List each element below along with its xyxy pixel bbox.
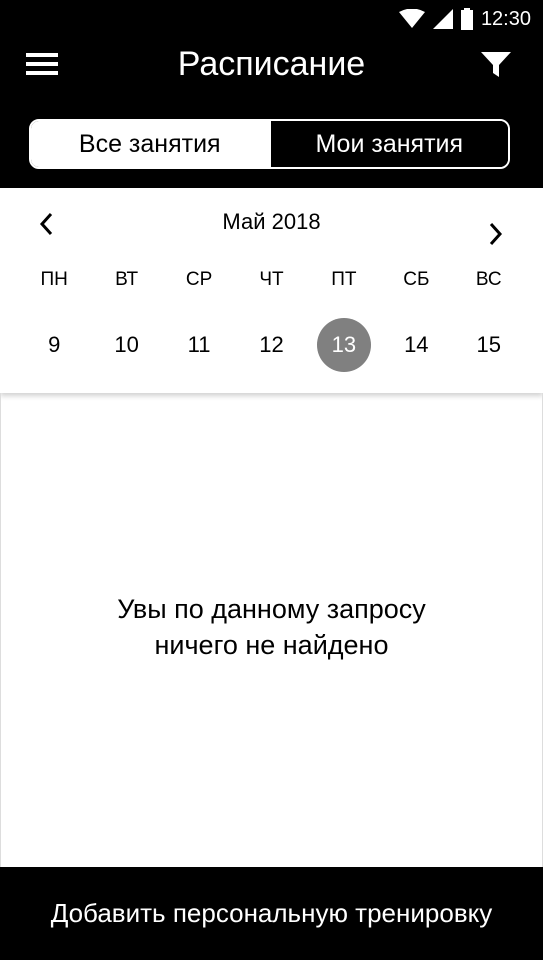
day-number: 14 bbox=[404, 332, 429, 357]
weekday-label: СБ bbox=[403, 269, 430, 290]
wifi-icon bbox=[398, 9, 425, 28]
day-cell[interactable]: 12 bbox=[235, 318, 307, 372]
empty-state-line: ничего не найдено bbox=[154, 630, 389, 660]
empty-state-line: Увы по данному запросу bbox=[117, 594, 426, 624]
day-row: 9 10 11 12 13 14 15 bbox=[18, 318, 525, 372]
day-number: 11 bbox=[187, 332, 211, 357]
status-time: 12:30 bbox=[480, 8, 531, 30]
weekday-label: ВС bbox=[475, 269, 502, 290]
day-cell[interactable]: 9 bbox=[18, 318, 90, 372]
weekday-label: СР bbox=[185, 269, 213, 290]
weekday-label: ПН bbox=[40, 269, 68, 290]
day-cell[interactable]: 11 bbox=[163, 318, 235, 372]
day-number: 9 bbox=[48, 332, 61, 357]
day-number: 13 bbox=[316, 318, 371, 372]
month-label: Май 2018 bbox=[222, 209, 321, 234]
day-number: 10 bbox=[114, 332, 139, 357]
hamburger-menu-icon[interactable] bbox=[26, 52, 60, 76]
weekday-label: ЧТ bbox=[259, 269, 284, 290]
status-icons: 12:30 bbox=[398, 7, 531, 31]
weekday-label: ПТ bbox=[331, 269, 357, 290]
tab-my-classes[interactable]: Мои занятия bbox=[268, 121, 508, 167]
schedule-tabs: Все занятия Мои занятия bbox=[29, 119, 510, 169]
add-personal-training-button[interactable]: Добавить персональную тренировку bbox=[0, 867, 543, 960]
status-bar: 12:30 bbox=[0, 0, 543, 38]
day-number: 12 bbox=[259, 332, 284, 357]
app-bar: Расписание Все занятия Мои занятия bbox=[0, 38, 543, 188]
signal-icon bbox=[432, 9, 453, 29]
weekday-row: ПН ВТ СР ЧТ ПТ СБ ВС bbox=[18, 268, 525, 292]
chevron-left-icon[interactable] bbox=[36, 210, 58, 238]
empty-state-message: Увы по данному запросу ничего не найдено bbox=[1, 591, 542, 663]
week-calendar: Май 2018 ПН ВТ СР ЧТ ПТ СБ ВС 9 10 11 12… bbox=[0, 188, 543, 393]
day-cell[interactable]: 14 bbox=[380, 318, 452, 372]
day-cell-selected[interactable]: 13 bbox=[308, 318, 380, 372]
chevron-right-icon[interactable] bbox=[484, 220, 506, 248]
page-title: Расписание bbox=[177, 45, 366, 83]
day-number: 15 bbox=[476, 332, 501, 357]
schedule-content: Увы по данному запросу ничего не найдено bbox=[0, 393, 543, 867]
filter-icon[interactable] bbox=[479, 50, 513, 80]
day-cell[interactable]: 10 bbox=[90, 318, 162, 372]
weekday-label: ВТ bbox=[115, 269, 139, 290]
battery-icon bbox=[460, 8, 473, 30]
tab-all-classes[interactable]: Все занятия bbox=[31, 121, 269, 167]
day-cell[interactable]: 15 bbox=[453, 318, 525, 372]
